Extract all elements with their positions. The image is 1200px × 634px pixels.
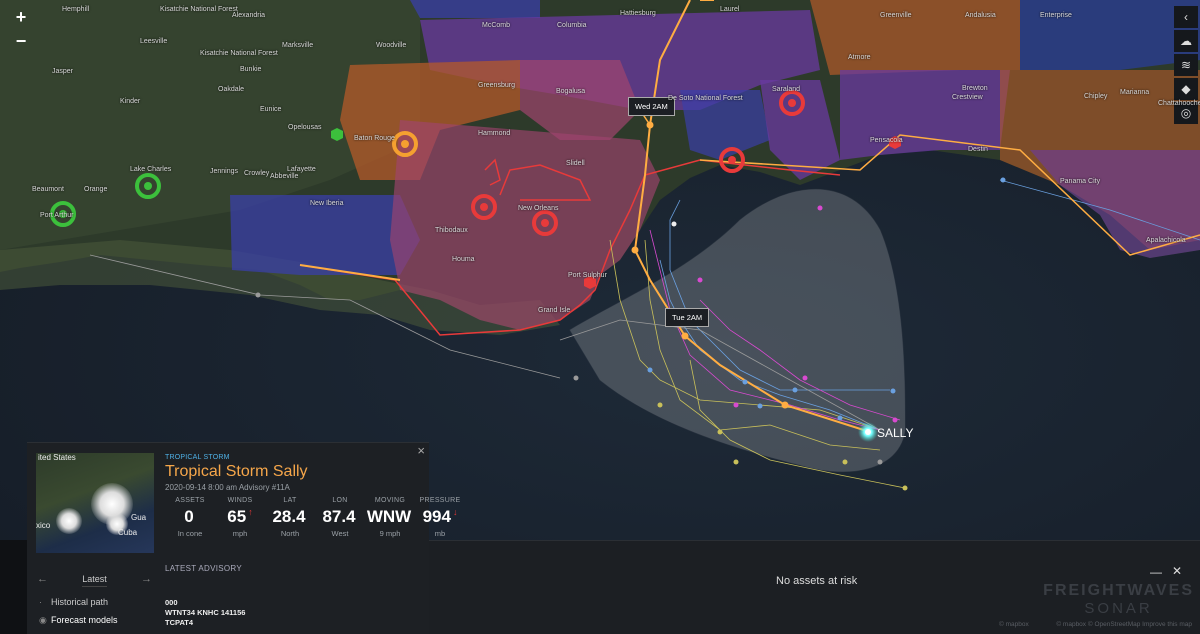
place-label: Hattiesburg	[620, 10, 656, 17]
eye-icon: ◉	[39, 615, 47, 625]
place-label: Orange	[84, 186, 108, 193]
storm-category: TROPICAL STORM	[165, 454, 230, 461]
collapse-icon[interactable]: ‹	[1174, 6, 1198, 28]
place-label: Kisatchie National Forest	[200, 50, 278, 57]
panel-close-button[interactable]: ×	[417, 443, 425, 458]
prev-advisory-button[interactable]: ←	[37, 573, 48, 585]
advisory-nav: ← Latest →	[37, 573, 152, 588]
place-label: Greensburg	[478, 82, 515, 89]
place-label: Greenville	[880, 12, 912, 19]
place-label: Chipley	[1084, 93, 1108, 100]
toggle-forecast-models[interactable]: ◉ Forecast models	[39, 615, 118, 625]
place-label: Oakdale	[218, 86, 245, 93]
place-label: Saraland	[772, 86, 801, 93]
stat-lon: LON 87.4 West	[322, 497, 356, 538]
place-label: Lake Charles	[130, 166, 172, 173]
toggle-historical-path[interactable]: · Historical path	[39, 597, 108, 607]
place-label: Atmore	[848, 54, 871, 61]
place-label: Jennings	[210, 168, 239, 175]
satellite-thumbnail[interactable]: ited States xico Cuba Gua	[36, 453, 154, 553]
place-label: Alexandria	[232, 12, 266, 19]
dot-icon: ·	[39, 597, 42, 607]
place-label: Thibodaux	[435, 227, 468, 234]
minimize-button[interactable]: —	[1150, 565, 1162, 579]
place-label: De Soto National Forest	[668, 95, 743, 102]
place-label: Hemphill	[62, 6, 90, 13]
place-label: Apalachicola	[1146, 237, 1186, 244]
storm-stats: ASSETS 0 In cone WINDS 65 ↑ mph LAT 28.4 …	[165, 497, 465, 538]
place-label: Beaumont	[32, 186, 64, 193]
stat-pressure: PRESSURE 994 ↓ mb	[419, 497, 461, 538]
storm-title: Tropical Storm Sally	[165, 463, 308, 480]
region-blue-north	[410, 0, 540, 18]
place-label: Bogalusa	[556, 88, 586, 95]
place-label: Houma	[452, 256, 475, 263]
place-label: New Iberia	[310, 200, 344, 207]
place-label: Crowley	[244, 170, 270, 177]
place-label: New Orleans	[518, 205, 559, 212]
place-label: Chattahoochee	[1158, 100, 1200, 107]
trend-up-icon: ↑	[248, 507, 253, 517]
place-label: Laurel	[720, 6, 740, 13]
stat-winds: WINDS 65 ↑ mph	[227, 497, 253, 538]
mapbox-attribution[interactable]: © mapbox	[999, 621, 1029, 628]
place-label: Kinder	[120, 98, 141, 105]
track-label-tue: Tue 2AM	[665, 308, 710, 327]
place-label: Kisatchie National Forest	[160, 6, 238, 13]
latest-advisory-heading: LATEST ADVISORY	[165, 564, 242, 573]
place-label: Opelousas	[288, 124, 322, 131]
place-label: Slidell	[566, 160, 585, 167]
place-label: Bunkie	[240, 66, 262, 73]
stat-lat: LAT 28.4 North	[272, 497, 306, 538]
place-label: Columbia	[557, 22, 587, 29]
advisory-subtitle: 2020-09-14 8:00 am Advisory #11A	[165, 483, 290, 492]
cloud-icon[interactable]: ☁	[1174, 30, 1198, 52]
place-label: McComb	[482, 22, 511, 29]
place-label: Port Arthur	[40, 212, 74, 219]
next-advisory-button[interactable]: →	[141, 573, 152, 585]
assets-status-message: No assets at risk	[776, 575, 858, 587]
place-label: Enterprise	[1040, 12, 1072, 19]
layers-icon[interactable]: ≋	[1174, 54, 1198, 76]
assets-drawer: — ✕ No assets at risk FREIGHTWAVES SONAR…	[429, 540, 1200, 634]
place-label: Eunice	[260, 106, 282, 113]
place-label: Marianna	[1120, 89, 1150, 96]
place-label: Crestview	[952, 94, 983, 101]
place-label: Woodville	[376, 42, 407, 49]
stat-assets: ASSETS 0 In cone	[175, 497, 205, 538]
place-label: Pensacola	[870, 137, 903, 144]
place-label: Brewton	[962, 85, 988, 92]
advisory-text: 000 WTNT34 KNHC 141156 TCPAT4	[165, 598, 246, 627]
storm-panel: × ited States xico Cuba Gua TROPICAL STO…	[27, 442, 460, 634]
stat-moving: MOVING WNW 9 mph	[366, 497, 412, 538]
place-label: Hammond	[478, 130, 511, 137]
place-label: Marksville	[282, 42, 314, 49]
region-blue-al	[1020, 0, 1200, 70]
place-label: Jasper	[52, 68, 74, 75]
storm-name-label: SALLY	[877, 426, 914, 440]
advisory-current: Latest	[82, 574, 107, 587]
marker-icon[interactable]: ◆	[1174, 78, 1198, 100]
place-label: Andalusia	[965, 12, 996, 19]
place-label: Grand Isle	[538, 307, 571, 314]
place-label: Abbeville	[270, 173, 299, 180]
place-label: Port Sulphur	[568, 272, 607, 279]
close-drawer-button[interactable]: ✕	[1172, 564, 1182, 578]
place-label: Panama City	[1060, 178, 1101, 185]
place-label: Leesville	[140, 38, 168, 45]
trend-down-icon: ↓	[452, 507, 458, 517]
freightwaves-logo: FREIGHTWAVES SONAR	[1043, 582, 1194, 617]
map-credits[interactable]: © mapbox © OpenStreetMap Improve this ma…	[1056, 621, 1192, 628]
place-label: Destin	[968, 146, 988, 153]
zoom-out-button[interactable]: −	[10, 30, 32, 52]
zoom-controls: + −	[10, 6, 32, 52]
place-label: Baton Rouge	[354, 135, 395, 142]
zoom-in-button[interactable]: +	[10, 6, 32, 28]
